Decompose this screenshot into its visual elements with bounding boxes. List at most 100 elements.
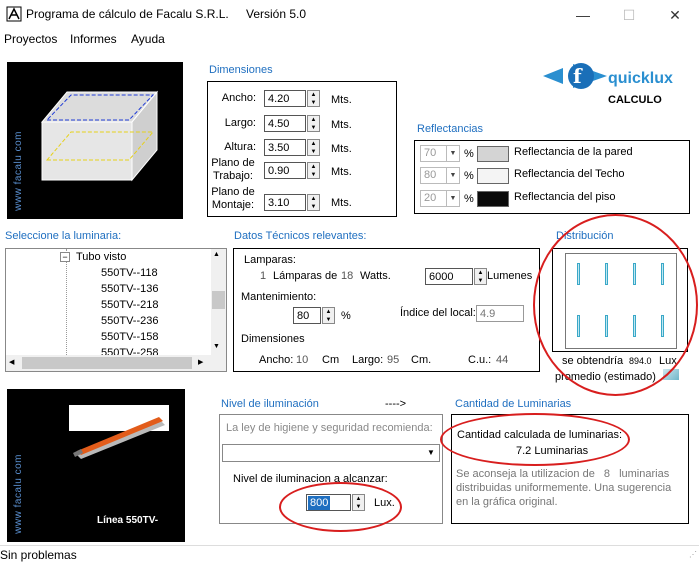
plano-trabajo-spinner[interactable]: ▲ ▼ xyxy=(307,162,320,179)
nivel-title: Nivel de iluminación xyxy=(221,398,319,410)
plano-montaje-label: Plano de Montaje: xyxy=(211,186,255,211)
spin-down-icon[interactable]: ▼ xyxy=(308,99,319,107)
close-button[interactable]: ✕ xyxy=(652,0,698,30)
spin-down-icon[interactable]: ▼ xyxy=(308,148,319,156)
altura-input[interactable]: 3.50 xyxy=(264,139,306,156)
indice-value: 4.9 xyxy=(476,305,524,322)
pared-pct: % xyxy=(464,148,474,160)
size-grip-icon: ⋰ xyxy=(689,550,697,559)
luminaria-tree[interactable]: − Tubo visto 550TV--118 550TV--136 550TV… xyxy=(5,248,227,372)
quicklux-logo: f xyxy=(543,62,609,92)
status-text: Sin problemas xyxy=(0,548,77,562)
ancho-spinner[interactable]: ▲ ▼ xyxy=(307,90,320,107)
app-icon xyxy=(6,6,22,22)
scroll-thumb[interactable] xyxy=(212,291,225,309)
altura-spinner[interactable]: ▲ ▼ xyxy=(307,139,320,156)
tree-item[interactable]: 550TV--158 xyxy=(101,329,158,345)
chevron-down-icon[interactable]: ▼ xyxy=(446,145,460,162)
spin-down-icon[interactable]: ▼ xyxy=(308,203,319,211)
version-label: Versión 5.0 xyxy=(246,7,307,21)
collapse-icon[interactable]: − xyxy=(60,252,70,262)
altura-label: Altura: xyxy=(224,141,256,153)
tree-item[interactable]: 550TV--118 xyxy=(101,265,158,281)
plano-trabajo-input[interactable]: 0.90 xyxy=(264,162,306,179)
menu-proyectos[interactable]: Proyectos xyxy=(4,32,57,46)
spin-down-icon[interactable]: ▼ xyxy=(308,171,319,179)
tree-item[interactable]: 550TV--218 xyxy=(101,297,158,313)
tree-hscrollbar[interactable]: ◀ ▶ xyxy=(6,355,226,371)
datos-title: Datos Técnicos relevantes: xyxy=(234,230,367,242)
spin-up-icon[interactable]: ▲ xyxy=(308,91,319,99)
brand-name: quicklux xyxy=(608,70,673,87)
tree-vscrollbar[interactable]: ▲ ▼ xyxy=(211,249,226,355)
advice-word: luminarias xyxy=(619,468,670,480)
watts-value: 18 xyxy=(341,270,354,282)
spin-down-icon[interactable]: ▼ xyxy=(475,277,486,285)
techo-swatch xyxy=(477,168,509,184)
ancho-sub-label: Ancho: xyxy=(259,354,294,366)
tree-item[interactable]: 550TV--136 xyxy=(101,281,158,297)
highlight-cantidad xyxy=(440,413,630,466)
piso-label: Reflectancia del piso xyxy=(514,191,616,203)
room-3d-view: www facalu com xyxy=(7,62,183,219)
spin-up-icon[interactable]: ▲ xyxy=(308,195,319,203)
largo-input[interactable]: 4.50 xyxy=(264,115,306,132)
highlight-distribucion xyxy=(533,214,698,396)
cu-value: 44 xyxy=(496,354,509,366)
maximize-button[interactable]: ☐ xyxy=(606,0,652,30)
brand-site-text: www facalu com xyxy=(13,131,24,211)
arrow-label: ----> xyxy=(385,398,407,410)
spin-up-icon[interactable]: ▲ xyxy=(308,140,319,148)
cu-label: C.u.: xyxy=(468,354,492,366)
piso-swatch xyxy=(477,191,509,207)
scroll-down-icon[interactable]: ▼ xyxy=(213,343,220,350)
cantidad-advice: Se aconseja la utilizacion de 8 luminari… xyxy=(456,467,684,509)
ancho-sub-value: 10 xyxy=(296,354,309,366)
advice-pre: Se aconseja la utilizacion de xyxy=(456,468,595,480)
hscroll-thumb[interactable] xyxy=(22,357,192,369)
pared-swatch xyxy=(477,146,509,162)
spin-up-icon[interactable]: ▲ xyxy=(308,163,319,171)
mantenimiento-pct: % xyxy=(341,310,351,322)
menu-ayuda[interactable]: Ayuda xyxy=(131,32,165,46)
chevron-down-icon[interactable]: ▼ xyxy=(424,446,438,460)
spin-up-icon[interactable]: ▲ xyxy=(308,116,319,124)
status-bar: Sin problemas ⋰ xyxy=(0,545,699,562)
tree-group[interactable]: Tubo visto xyxy=(76,249,126,265)
lumenes-spinner[interactable]: ▲ ▼ xyxy=(474,268,487,285)
chevron-down-icon[interactable]: ▼ xyxy=(446,167,460,184)
tree-item[interactable]: 550TV--236 xyxy=(101,313,158,329)
scroll-right-icon[interactable]: ▶ xyxy=(198,358,203,366)
ley-select[interactable]: ▼ xyxy=(222,444,440,462)
reflectancias-title: Reflectancias xyxy=(417,123,484,135)
techo-pct: % xyxy=(464,170,474,182)
minimize-button[interactable]: — xyxy=(560,0,606,30)
plano-montaje-input[interactable]: 3.10 xyxy=(264,194,306,211)
largo-sub-unit: Cm. xyxy=(411,354,432,366)
chevron-down-icon[interactable]: ▼ xyxy=(446,190,460,207)
scroll-left-icon[interactable]: ◀ xyxy=(9,358,14,366)
ancho-input[interactable]: 4.20 xyxy=(264,90,306,107)
product-site-text: www facalu com xyxy=(13,454,24,534)
plano-montaje-unit: Mts. xyxy=(331,197,352,209)
menu-informes[interactable]: Informes xyxy=(70,32,117,46)
mantenimiento-input[interactable]: 80 xyxy=(293,307,321,324)
mantenimiento-spinner[interactable]: ▲ ▼ xyxy=(322,307,335,324)
advice-count: 8 xyxy=(603,468,610,480)
ancho-label: Ancho: xyxy=(221,92,256,104)
cantidad-title: Cantidad de Luminarias xyxy=(455,398,572,410)
product-name: Línea 550TV- xyxy=(97,515,159,526)
largo-spinner[interactable]: ▲ ▼ xyxy=(307,115,320,132)
lumenes-input[interactable]: 6000 xyxy=(425,268,473,285)
spin-up-icon[interactable]: ▲ xyxy=(323,308,334,316)
dimensiones-sub-label: Dimensiones xyxy=(241,333,305,345)
ley-text: La ley de higiene y seguridad recomienda… xyxy=(226,422,433,434)
lamp-count: 1 xyxy=(260,270,267,282)
scroll-up-icon[interactable]: ▲ xyxy=(213,251,220,258)
spin-down-icon[interactable]: ▼ xyxy=(323,316,334,324)
spin-down-icon[interactable]: ▼ xyxy=(308,124,319,132)
luminaria-title: Seleccione la luminaria: xyxy=(5,230,122,242)
window-title: Programa de cálculo de Facalu S.R.L. xyxy=(26,7,229,21)
plano-montaje-spinner[interactable]: ▲ ▼ xyxy=(307,194,320,211)
spin-up-icon[interactable]: ▲ xyxy=(475,269,486,277)
